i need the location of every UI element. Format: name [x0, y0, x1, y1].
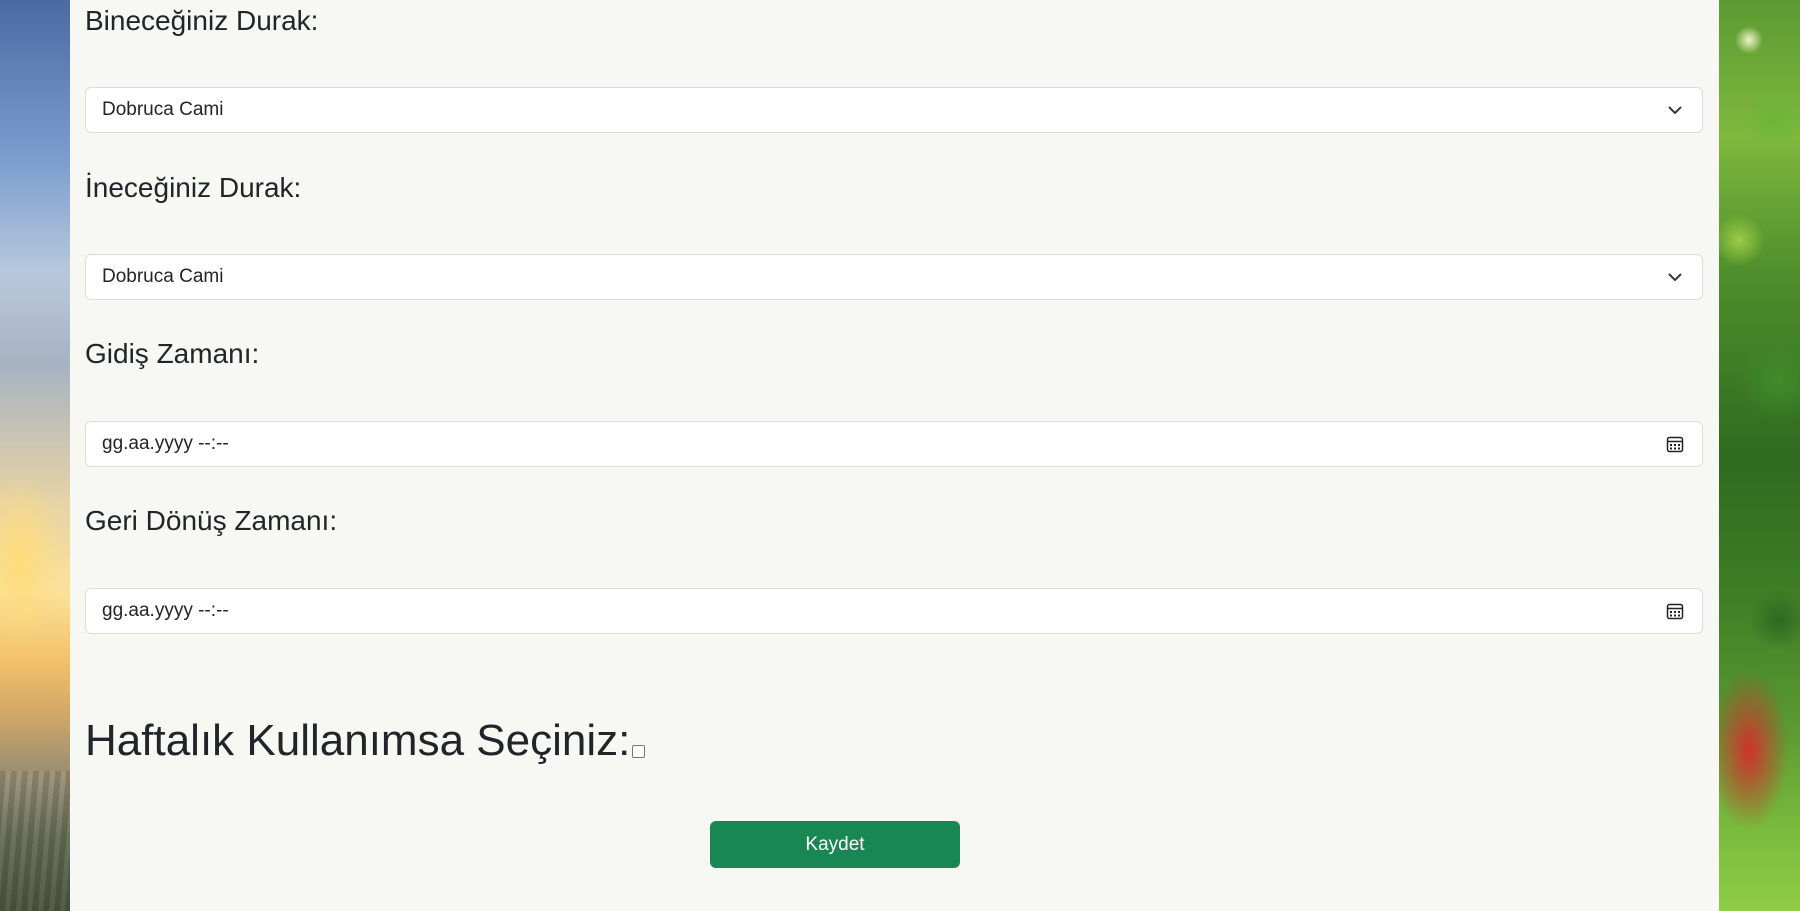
background-image-right: [1719, 0, 1800, 911]
weekly-usage-checkbox[interactable]: [632, 745, 646, 758]
weekly-usage-row: Haftalık Kullanımsa Seçiniz:: [85, 716, 646, 766]
chevron-down-icon: [1664, 266, 1686, 288]
calendar-icon[interactable]: [1664, 600, 1686, 622]
calendar-icon[interactable]: [1664, 433, 1686, 455]
alighting-stop-label: İneceğiniz Durak:: [85, 172, 302, 203]
return-time-placeholder: gg.aa.yyyy --:--: [102, 600, 229, 621]
boarding-stop-label: Bineceğiniz Durak:: [85, 5, 319, 36]
boarding-stop-value: Dobruca Cami: [102, 99, 224, 120]
save-button[interactable]: Kaydet: [710, 821, 960, 868]
departure-time-placeholder: gg.aa.yyyy --:--: [102, 433, 229, 454]
return-time-input[interactable]: gg.aa.yyyy --:--: [85, 588, 1703, 634]
form-panel: Bineceğiniz Durak: Dobruca Cami İneceğin…: [70, 0, 1719, 911]
return-time-label: Geri Dönüş Zamanı:: [85, 505, 338, 536]
alighting-stop-select[interactable]: Dobruca Cami: [85, 254, 1703, 300]
departure-time-label: Gidiş Zamanı:: [85, 338, 260, 369]
boarding-stop-select[interactable]: Dobruca Cami: [85, 87, 1703, 133]
weekly-usage-label: Haftalık Kullanımsa Seçiniz:: [85, 716, 631, 765]
background-image-left: [0, 0, 72, 911]
departure-time-input[interactable]: gg.aa.yyyy --:--: [85, 421, 1703, 467]
alighting-stop-value: Dobruca Cami: [102, 266, 224, 287]
chevron-down-icon: [1664, 99, 1686, 121]
